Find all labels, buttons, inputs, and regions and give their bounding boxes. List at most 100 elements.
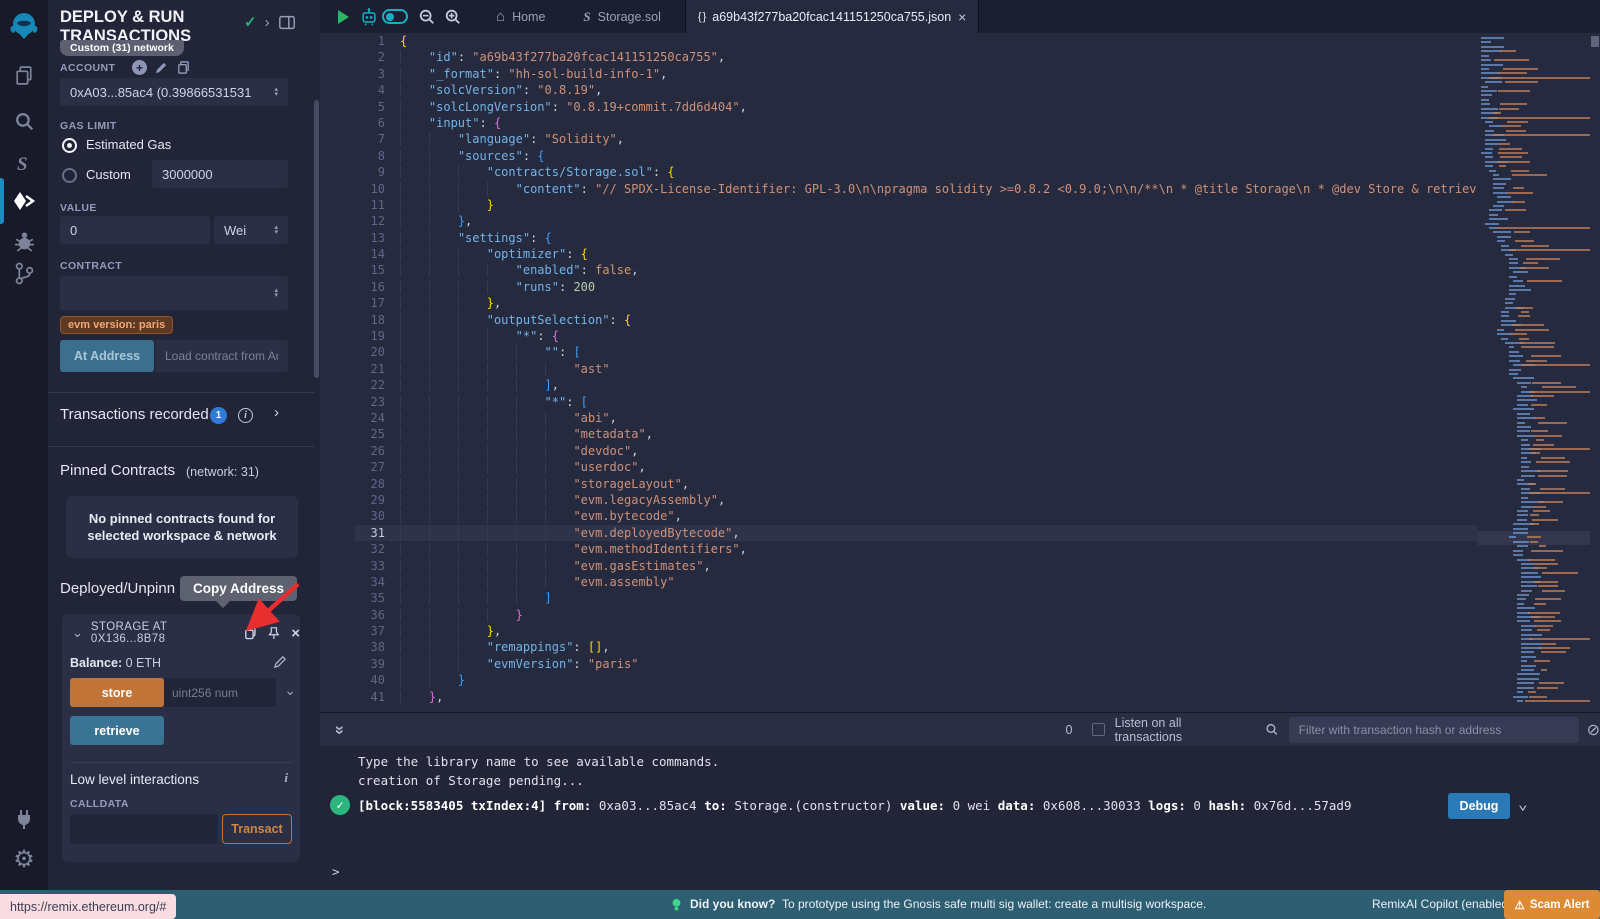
tip-text: To prototype using the Gnosis safe multi…	[782, 897, 1206, 911]
low-level-title: Low level interactions	[70, 772, 199, 787]
remix-logo[interactable]	[0, 8, 48, 44]
deployed-contract-card: ⌄ STORAGE AT 0X136...8B78 × Balance: 0 E…	[62, 614, 300, 862]
edit-account-icon[interactable]	[154, 60, 169, 75]
info-icon[interactable]: i	[284, 770, 288, 786]
store-arg-input[interactable]	[164, 678, 276, 707]
editor-topbar: ⌂ Home S Storage.sol { } a69b43f277ba20f…	[320, 0, 1600, 33]
add-account-icon[interactable]: +	[132, 60, 147, 75]
copy-address-icon[interactable]	[243, 625, 258, 641]
remix-ide-window: S ⚙ DEPLOY & RUN TRANSACTIONS ✓ › Custom…	[0, 0, 1600, 919]
tx-log-text: [block:5583405 txIndex:4] from: 0xa03...…	[358, 798, 1438, 813]
deploy-run-icon[interactable]	[0, 186, 48, 216]
editor-scrollbar-thumb[interactable]	[1591, 36, 1599, 47]
contract-instance-label: STORAGE AT 0X136...8B78	[91, 621, 233, 645]
status-bar: Did you know? To prototype using the Gno…	[0, 890, 1600, 919]
divider	[48, 446, 314, 447]
custom-gas-input[interactable]	[152, 160, 288, 188]
retrieve-button[interactable]: retrieve	[70, 716, 164, 745]
copilot-status[interactable]: RemixAI Copilot (enabled)	[1372, 897, 1512, 911]
expand-terminal-icon[interactable]: «	[329, 725, 349, 734]
copy-address-tooltip: Copy Address	[180, 576, 297, 601]
source-control-icon[interactable]	[0, 258, 48, 288]
spinner-arrows-icon[interactable]: ▴▾	[274, 87, 278, 97]
run-script-icon[interactable]	[330, 4, 356, 30]
code-lines: 1{2 "id": "a69b43f277ba20fcac141151250ca…	[355, 33, 1477, 705]
solidity-compiler-icon[interactable]: S	[0, 148, 48, 178]
search-icon[interactable]	[0, 106, 48, 136]
value-label: VALUE	[60, 202, 97, 214]
calldata-input[interactable]	[70, 814, 218, 844]
listen-checkbox[interactable]	[1092, 723, 1104, 736]
pinned-contracts-title: Pinned Contracts	[60, 462, 175, 479]
edit-balance-icon[interactable]	[273, 654, 288, 669]
tab-build-info-json[interactable]: { } a69b43f277ba20fcac141151250ca755.jso…	[685, 0, 979, 33]
account-select[interactable]: 0xA03...85ac4 (0.39866531531 ▴▾	[60, 78, 288, 106]
pin-contract-icon[interactable]	[267, 625, 281, 641]
editor-scrollbar[interactable]	[1590, 33, 1600, 712]
gas-limit-label: GAS LIMIT	[60, 120, 117, 132]
panel-scrollbar-thumb[interactable]	[314, 100, 319, 378]
at-address-button[interactable]: At Address	[60, 340, 154, 372]
close-tab-icon[interactable]: ×	[958, 9, 966, 25]
scam-alert-button[interactable]: ⚠ Scam Alert	[1504, 890, 1600, 919]
panel-scrollbar[interactable]	[313, 0, 320, 890]
value-unit-select[interactable]: Wei ▴▾	[214, 216, 288, 244]
terminal-filter-input[interactable]	[1289, 717, 1579, 743]
zoom-in-icon[interactable]	[440, 4, 466, 30]
account-label: ACCOUNT	[60, 62, 115, 74]
debug-button[interactable]: Debug	[1448, 793, 1510, 819]
zoom-out-icon[interactable]	[414, 4, 440, 30]
pending-tx-count: 0	[1065, 723, 1072, 737]
json-file-icon: { }	[698, 11, 705, 23]
ai-robot-icon[interactable]	[356, 4, 382, 30]
copilot-toggle-icon[interactable]	[382, 4, 408, 30]
file-explorer-icon[interactable]	[0, 60, 48, 90]
settings-gear-icon[interactable]: ⚙	[0, 844, 48, 874]
calldata-label: CALLDATA	[70, 798, 129, 810]
terminal-line: Type the library name to see available c…	[358, 754, 719, 769]
plugin-manager-icon[interactable]	[0, 804, 48, 834]
store-button[interactable]: store	[70, 678, 164, 707]
terminal-header: « 0 Listen on all transactions ⊘	[320, 712, 1600, 746]
minimap[interactable]	[1477, 33, 1590, 712]
spinner-arrows-icon[interactable]: ▴▾	[274, 225, 278, 235]
no-pinned-contracts-box: No pinned contracts found forselected wo…	[66, 496, 298, 558]
collapse-chevron-icon[interactable]: ⌄	[72, 625, 83, 641]
expand-args-chevron-icon[interactable]: ⌄	[284, 682, 296, 699]
balance-value: 0 ETH	[126, 656, 161, 670]
check-icon: ✓	[244, 13, 257, 31]
tab-storage-sol[interactable]: S Storage.sol	[571, 0, 672, 33]
home-icon: ⌂	[496, 8, 505, 25]
terminal-body[interactable]: Type the library name to see available c…	[320, 746, 1600, 890]
terminal-prompt: >	[332, 864, 340, 879]
pin-panel-icon[interactable]	[278, 14, 296, 31]
clear-console-icon[interactable]: ⊘	[1587, 720, 1600, 740]
expand-transactions-icon[interactable]: ›	[274, 404, 279, 421]
custom-gas-radio[interactable]	[62, 168, 77, 183]
debugger-icon[interactable]	[0, 226, 48, 256]
contract-select[interactable]: ▴▾	[60, 276, 288, 310]
copy-account-icon[interactable]	[176, 60, 191, 75]
pinned-network-label: (network: 31)	[186, 465, 259, 479]
remove-contract-icon[interactable]: ×	[291, 625, 300, 642]
custom-gas-label: Custom	[86, 167, 131, 182]
tab-home[interactable]: ⌂ Home	[484, 0, 557, 33]
listen-label: Listen on all transactions	[1115, 716, 1243, 744]
chevron-right-icon[interactable]: ›	[265, 14, 270, 31]
link-status-url: https://remix.ethereum.org/#	[0, 894, 176, 919]
spinner-arrows-icon[interactable]: ▴▾	[274, 288, 278, 298]
transact-button[interactable]: Transact	[222, 814, 292, 844]
solidity-file-icon: S	[583, 9, 590, 25]
deployed-contracts-title: Deployed/Unpinn	[60, 580, 175, 597]
search-icon	[1265, 722, 1279, 737]
expand-tx-chevron-icon[interactable]: ⌄	[1518, 794, 1528, 813]
load-address-input[interactable]	[155, 340, 288, 372]
info-icon[interactable]: i	[238, 408, 253, 423]
estimated-gas-radio[interactable]	[62, 138, 77, 153]
code-editor[interactable]: 1{2 "id": "a69b43f277ba20fcac141151250ca…	[320, 33, 1477, 712]
activity-bar: S ⚙	[0, 0, 48, 919]
evm-version-badge: evm version: paris	[60, 316, 173, 334]
did-you-know-label: Did you know?	[690, 897, 775, 911]
value-input[interactable]	[60, 216, 210, 244]
lightbulb-icon	[670, 898, 683, 911]
